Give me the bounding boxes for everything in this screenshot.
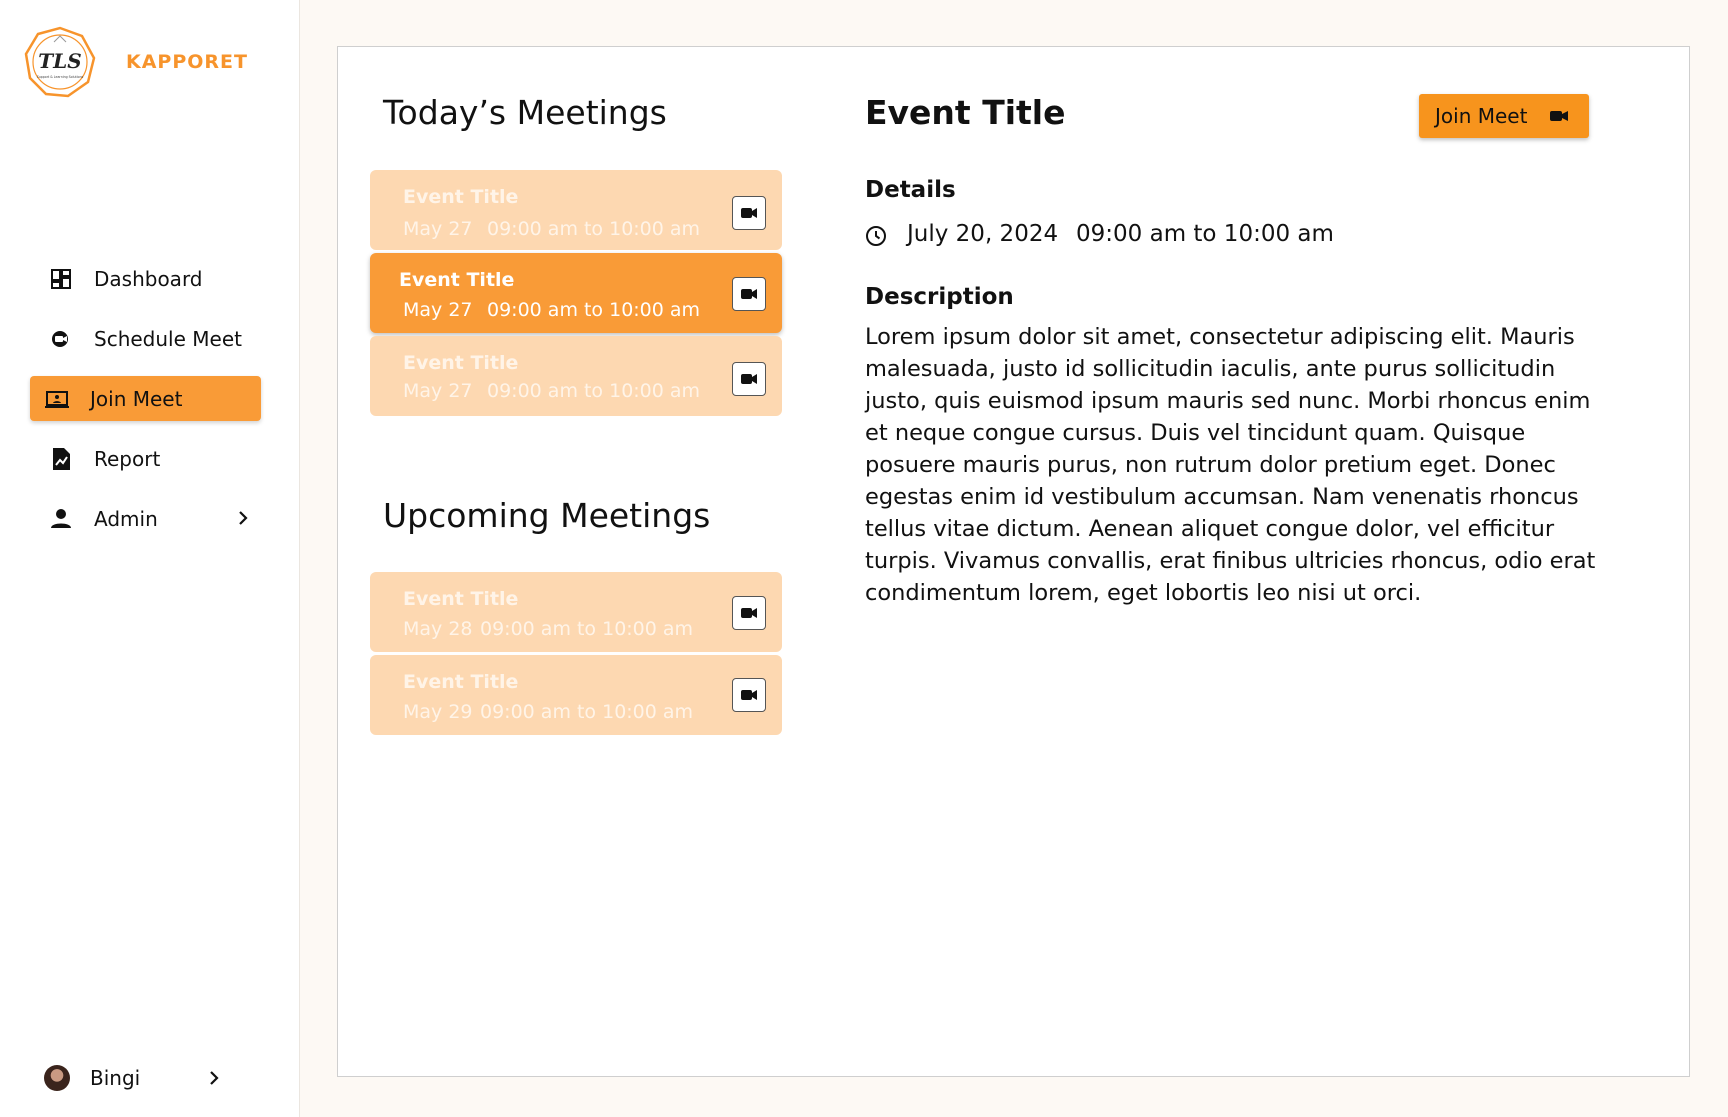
report-icon [48, 446, 74, 472]
video-camera-icon [1550, 111, 1568, 121]
meeting-date: May 29 [403, 701, 473, 723]
meeting-time: 09:00 am to 10:00 am [480, 618, 694, 640]
sidebar-item-report[interactable]: Report [30, 436, 261, 481]
sidebar-item-label: Schedule Meet [94, 326, 242, 351]
user-name: Bingi [90, 1066, 141, 1090]
svg-text:Support & Learning Solutions: Support & Learning Solutions [37, 75, 84, 79]
sidebar-item-label: Report [94, 446, 161, 471]
sidebar: TLS Support & Learning Solutions KAPPORE… [0, 0, 300, 1117]
meeting-title: Event Title [403, 671, 519, 693]
join-meet-label: Join Meet [1435, 104, 1528, 128]
meeting-title: Event Title [403, 588, 519, 610]
join-video-button[interactable] [732, 196, 766, 230]
video-camera-icon [741, 208, 757, 218]
avatar [44, 1065, 70, 1091]
event-title: Event Title [865, 93, 1066, 132]
meeting-time: 09:00 am to 10:00 am [487, 380, 701, 402]
user-menu[interactable]: Bingi [44, 1062, 224, 1094]
meeting-title: Event Title [403, 186, 519, 208]
svg-text:TLS: TLS [38, 49, 81, 73]
sidebar-item-label: Admin [94, 506, 158, 531]
details-heading: Details [865, 177, 956, 203]
meeting-card[interactable]: Event Title May 27 09:00 am to 10:00 am [370, 170, 782, 250]
app-window: TLS Support & Learning Solutions KAPPORE… [0, 0, 1728, 1117]
meeting-card[interactable]: Event Title May 29 09:00 am to 10:00 am [370, 655, 782, 735]
upcoming-meetings-heading: Upcoming Meetings [383, 496, 711, 535]
chevron-right-icon[interactable] [204, 1068, 224, 1088]
meeting-card-selected[interactable]: Event Title May 27 09:00 am to 10:00 am [370, 253, 782, 333]
video-camera-icon [741, 608, 757, 618]
person-icon [48, 506, 74, 532]
meeting-card[interactable]: Event Title May 28 09:00 am to 10:00 am [370, 572, 782, 652]
join-video-button[interactable] [732, 596, 766, 630]
meeting-title: Event Title [399, 269, 515, 291]
event-description: Lorem ipsum dolor sit amet, consectetur … [865, 324, 1596, 606]
meeting-time: 09:00 am to 10:00 am [487, 218, 701, 240]
video-camera-icon [741, 289, 757, 299]
meeting-date: May 27 [403, 299, 473, 321]
join-meet-button[interactable]: Join Meet [1419, 94, 1589, 138]
meeting-title: Event Title [403, 352, 519, 374]
sidebar-item-label: Join Meet [90, 386, 183, 411]
sidebar-item-schedule-meet[interactable]: Schedule Meet [30, 316, 261, 361]
sidebar-item-join-meet[interactable]: Join Meet [30, 376, 261, 421]
logo-icon: TLS Support & Learning Solutions [24, 26, 96, 98]
event-time: 09:00 am to 10:00 am [1076, 221, 1334, 247]
video-chat-icon [48, 326, 74, 352]
dashboard-icon [48, 266, 74, 292]
todays-meetings-heading: Today’s Meetings [383, 93, 667, 132]
sidebar-item-admin[interactable]: Admin [30, 496, 261, 541]
event-date: July 20, 2024 [907, 221, 1059, 247]
join-video-button[interactable] [732, 362, 766, 396]
meeting-card[interactable]: Event Title May 27 09:00 am to 10:00 am [370, 336, 782, 416]
brand-name: KAPPORET [126, 51, 248, 73]
description-heading: Description [865, 284, 1014, 310]
meeting-date: May 27 [403, 218, 473, 240]
main-panel: Today’s Meetings Event Title May 27 09:0… [337, 46, 1690, 1077]
meeting-time: 09:00 am to 10:00 am [480, 701, 694, 723]
join-video-button[interactable] [732, 277, 766, 311]
meeting-date: May 27 [403, 380, 473, 402]
laptop-user-icon [44, 386, 70, 412]
brand[interactable]: TLS Support & Learning Solutions KAPPORE… [24, 26, 248, 98]
meeting-time: 09:00 am to 10:00 am [487, 299, 701, 321]
video-camera-icon [741, 374, 757, 384]
clock-icon [866, 226, 886, 246]
sidebar-item-label: Dashboard [94, 266, 203, 291]
sidebar-item-dashboard[interactable]: Dashboard [30, 256, 261, 301]
chevron-right-icon[interactable] [233, 508, 253, 528]
video-camera-icon [741, 690, 757, 700]
join-video-button[interactable] [732, 678, 766, 712]
sidebar-nav: Dashboard Schedule Meet Join Meet Report [30, 256, 261, 556]
meeting-date: May 28 [403, 618, 473, 640]
